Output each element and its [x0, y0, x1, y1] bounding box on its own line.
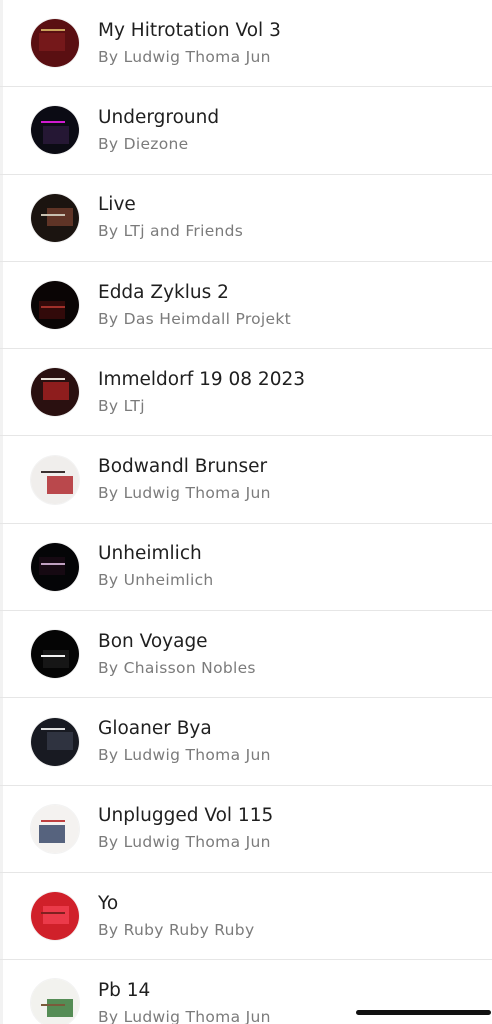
- playlist-title: Yo: [98, 892, 119, 914]
- playlist-author: By Ludwig Thoma Jun: [98, 47, 271, 66]
- playlist-cover-image: [31, 19, 79, 68]
- playlist-author: By Ruby Ruby Ruby: [98, 920, 255, 939]
- playlist-row[interactable]: Immeldorf 19 08 2023 By LTj: [0, 349, 492, 437]
- playlist-row[interactable]: Unheimlich By Unheimlich: [0, 524, 492, 612]
- home-indicator: [356, 1010, 491, 1015]
- playlist-cover-image: [31, 455, 79, 504]
- playlist-title: Live: [98, 194, 136, 216]
- playlist-author: By Diezone: [98, 134, 189, 153]
- playlist-author: By Unheimlich: [98, 571, 214, 590]
- playlist-text: My Hitrotation Vol 3 By Ludwig Thoma Jun: [98, 19, 281, 68]
- playlist-cover-image: [31, 717, 79, 766]
- playlist-author: By LTj and Friends: [98, 222, 244, 241]
- playlist-author: By Chaisson Nobles: [98, 658, 256, 677]
- playlist-row[interactable]: Yo By Ruby Ruby Ruby: [0, 873, 492, 961]
- playlist-title: Bon Voyage: [98, 630, 208, 652]
- playlist-author: By Ludwig Thoma Jun: [98, 833, 271, 852]
- playlist-cover-image: [31, 281, 79, 330]
- playlist-cover-image: [31, 106, 79, 155]
- playlist-text: Unheimlich By Unheimlich: [98, 542, 214, 591]
- playlist-text: Live By LTj and Friends: [98, 193, 243, 242]
- playlist-list: My Hitrotation Vol 3 By Ludwig Thoma Jun U…: [0, 0, 492, 1024]
- playlist-cover-image: [31, 804, 79, 853]
- playlist-cover-image: [31, 368, 79, 417]
- playlist-title: Underground: [98, 106, 220, 128]
- playlist-row[interactable]: Live By LTj and Friends: [0, 175, 492, 262]
- playlist-cover-image: [31, 193, 79, 242]
- playlist-title: Unplugged Vol 115: [98, 805, 274, 827]
- playlist-row[interactable]: Edda Zyklus 2 By Das Heimdall Projekt: [0, 262, 492, 350]
- playlist-text: Edda Zyklus 2 By Das Heimdall Projekt: [98, 281, 291, 330]
- playlist-text: Pb 14 By Ludwig Thoma Jun: [98, 979, 271, 1024]
- playlist-title: Unheimlich: [98, 543, 202, 565]
- playlist-text: Underground By Diezone: [98, 106, 219, 155]
- playlist-title: Bodwandl Brunser: [98, 456, 268, 478]
- playlist-cover-image: [31, 979, 79, 1024]
- playlist-text: Yo By Ruby Ruby Ruby: [98, 892, 254, 941]
- playlist-author: By LTj: [98, 396, 145, 415]
- playlist-author: By Ludwig Thoma Jun: [98, 484, 271, 503]
- playlist-cover-image: [31, 630, 79, 679]
- playlist-row[interactable]: Underground By Diezone: [0, 87, 492, 175]
- playlist-row[interactable]: Bodwandl Brunser By Ludwig Thoma Jun: [0, 436, 492, 524]
- playlist-row[interactable]: Unplugged Vol 115 By Ludwig Thoma Jun: [0, 786, 492, 873]
- playlist-row[interactable]: Gloaner Bya By Ludwig Thoma Jun: [0, 698, 492, 786]
- playlist-author: By Das Heimdall Projekt: [98, 309, 292, 328]
- playlist-text: Bodwandl Brunser By Ludwig Thoma Jun: [98, 455, 271, 504]
- playlist-text: Unplugged Vol 115 By Ludwig Thoma Jun: [98, 804, 273, 853]
- playlist-author: By Ludwig Thoma Jun: [98, 746, 271, 765]
- playlist-title: Gloaner Bya: [98, 718, 212, 740]
- playlist-cover-image: [31, 892, 79, 941]
- playlist-title: Pb 14: [98, 979, 151, 1001]
- playlist-text: Gloaner Bya By Ludwig Thoma Jun: [98, 717, 271, 766]
- playlist-row[interactable]: Bon Voyage By Chaisson Nobles: [0, 611, 492, 699]
- playlist-title: Edda Zyklus 2: [98, 281, 229, 303]
- playlist-text: Bon Voyage By Chaisson Nobles: [98, 630, 256, 679]
- playlist-title: My Hitrotation Vol 3: [98, 19, 281, 41]
- playlist-title: Immeldorf 19 08 2023: [98, 368, 306, 390]
- playlist-row[interactable]: My Hitrotation Vol 3 By Ludwig Thoma Jun: [0, 0, 492, 88]
- playlist-author: By Ludwig Thoma Jun: [98, 1007, 271, 1024]
- playlist-cover-image: [31, 542, 79, 591]
- playlist-text: Immeldorf 19 08 2023 By LTj: [98, 368, 305, 417]
